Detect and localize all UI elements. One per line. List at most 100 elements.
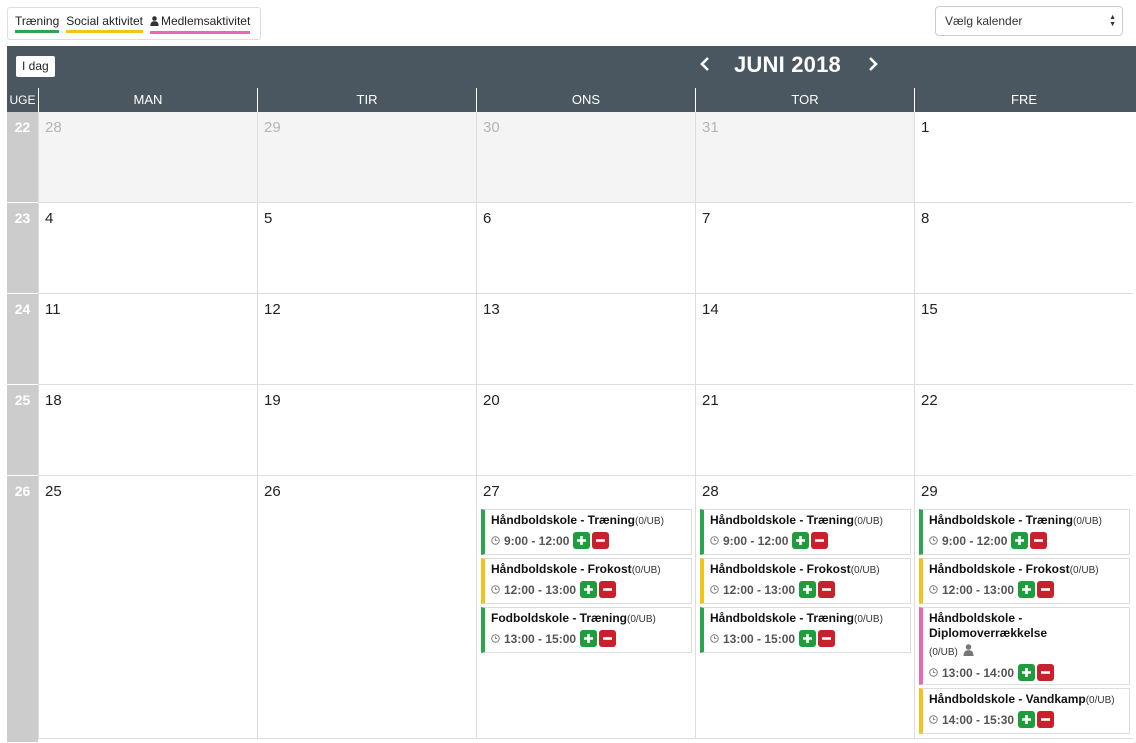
clock-icon — [710, 583, 719, 597]
day-number: 18 — [45, 392, 62, 409]
day-cell[interactable]: 30 — [476, 112, 695, 203]
legend-member-activity[interactable]: Medlemsaktivitet — [149, 14, 251, 34]
day-cell[interactable]: 4 — [38, 203, 257, 294]
event-time-row: 9:00 - 12:00 — [710, 532, 910, 549]
event-count: (0/UB) — [854, 614, 883, 625]
week-column-header: UGE — [9, 93, 36, 107]
day-cell[interactable]: 25 — [38, 476, 257, 739]
day-number: 5 — [264, 210, 273, 227]
event-card[interactable]: Håndboldskole - Vandkamp(0/UB) 14:00 - 1… — [919, 688, 1130, 734]
signoff-minus-button[interactable] — [599, 581, 617, 598]
signup-plus-button[interactable] — [1011, 532, 1029, 549]
signup-plus-button[interactable] — [1018, 664, 1036, 681]
event-time-row: 12:00 - 13:00 — [710, 581, 910, 598]
day-cell[interactable]: 22 — [914, 385, 1133, 476]
signoff-minus-button[interactable] — [818, 630, 836, 647]
day-cell[interactable]: 20 — [476, 385, 695, 476]
clock-icon — [710, 534, 719, 548]
event-card[interactable]: Håndboldskole - Frokost(0/UB) 12:00 - 13… — [481, 558, 692, 604]
event-card[interactable]: Håndboldskole - Frokost(0/UB) 12:00 - 13… — [700, 558, 911, 604]
signoff-minus-button[interactable] — [811, 532, 829, 549]
event-title-row: Håndboldskole - Vandkamp(0/UB) — [929, 692, 1129, 708]
day-cell[interactable]: 19 — [257, 385, 476, 476]
signup-plus-button[interactable] — [580, 630, 598, 647]
signup-plus-button[interactable] — [799, 581, 817, 598]
event-title: Håndboldskole - Frokost — [491, 562, 632, 576]
signoff-minus-button[interactable] — [1037, 664, 1055, 681]
signup-plus-button[interactable] — [580, 581, 598, 598]
month-grid: 22 23 24 25 26 28 29 30 31 1 4 5 6 7 8 1… — [7, 112, 1136, 743]
day-cell[interactable]: 15 — [914, 294, 1133, 385]
event-card[interactable]: Håndboldskole - Træning(0/UB) 9:00 - 12:… — [481, 509, 692, 555]
day-cell[interactable]: 1 — [914, 112, 1133, 203]
signoff-minus-button[interactable] — [1037, 711, 1055, 728]
day-number: 8 — [921, 210, 930, 227]
event-time: 12:00 - 13:00 — [723, 582, 796, 597]
day-number: 4 — [45, 210, 54, 227]
day-number: 15 — [921, 301, 938, 318]
event-card[interactable]: Håndboldskole - Træning(0/UB) 9:00 - 12:… — [919, 509, 1130, 555]
chevron-right-icon[interactable] — [867, 55, 879, 78]
signoff-minus-button[interactable] — [1037, 581, 1055, 598]
event-time: 12:00 - 13:00 — [942, 582, 1015, 597]
today-button[interactable]: I dag — [16, 56, 55, 77]
clock-icon — [929, 666, 938, 680]
day-cell[interactable]: 21 — [695, 385, 914, 476]
day-cell[interactable]: 18 — [38, 385, 257, 476]
event-title-row: Håndboldskole - Træning(0/UB) — [710, 513, 910, 529]
person-icon — [963, 643, 974, 661]
weekday-friday: FRE — [914, 88, 1133, 112]
day-number: 11 — [45, 301, 61, 318]
event-time: 9:00 - 12:00 — [723, 533, 789, 548]
event-title-row: Håndboldskole - Træning(0/UB) — [491, 513, 691, 529]
day-cell[interactable]: 26 — [257, 476, 476, 739]
event-card[interactable]: Håndboldskole - Træning(0/UB) 9:00 - 12:… — [700, 509, 911, 555]
calendar-select[interactable]: Vælg kalender ▲ ▼ — [935, 6, 1123, 36]
day-cell[interactable]: 27 Håndboldskole - Træning(0/UB) 9:00 - … — [476, 476, 695, 739]
event-title: Håndboldskole - Frokost — [710, 562, 851, 576]
event-count: (0/UB) — [850, 565, 880, 576]
clock-icon — [491, 583, 500, 597]
chevron-left-icon[interactable] — [699, 55, 711, 78]
event-title-row: Håndboldskole - Frokost(0/UB) — [491, 562, 691, 578]
day-cell[interactable]: 12 — [257, 294, 476, 385]
day-cell[interactable]: 31 — [695, 112, 914, 203]
day-cell[interactable]: 7 — [695, 203, 914, 294]
signup-plus-button[interactable] — [1018, 581, 1036, 598]
day-cell[interactable]: 29 Håndboldskole - Træning(0/UB) 9:00 - … — [914, 476, 1133, 739]
clock-icon — [491, 632, 500, 646]
event-time-row: 12:00 - 13:00 — [929, 581, 1129, 598]
signoff-minus-button[interactable] — [818, 581, 836, 598]
signoff-minus-button[interactable] — [599, 630, 617, 647]
day-cell[interactable]: 6 — [476, 203, 695, 294]
day-cell[interactable]: 28 — [38, 112, 257, 203]
event-card[interactable]: Fodboldskole - Træning(0/UB) 13:00 - 15:… — [481, 607, 692, 653]
weekday-monday: MAN — [38, 88, 257, 112]
day-cell[interactable]: 29 — [257, 112, 476, 203]
event-time-row: 13:00 - 15:00 — [491, 630, 691, 647]
legend-social-activity[interactable]: Social aktivitet — [66, 14, 143, 33]
day-cell[interactable]: 14 — [695, 294, 914, 385]
day-cell[interactable]: 28 Håndboldskole - Træning(0/UB) 9:00 - … — [695, 476, 914, 739]
event-time-row: 12:00 - 13:00 — [491, 581, 691, 598]
day-number: 28 — [45, 119, 62, 136]
day-cell[interactable]: 8 — [914, 203, 1133, 294]
signoff-minus-button[interactable] — [592, 532, 610, 549]
signup-plus-button[interactable] — [1018, 711, 1036, 728]
signoff-minus-button[interactable] — [1030, 532, 1048, 549]
event-card[interactable]: Håndboldskole - Træning(0/UB) 13:00 - 15… — [700, 607, 911, 653]
day-cell[interactable]: 13 — [476, 294, 695, 385]
clock-icon — [491, 534, 500, 548]
signup-plus-button[interactable] — [792, 532, 810, 549]
signup-plus-button[interactable] — [573, 532, 591, 549]
day-cell[interactable]: 11 — [38, 294, 257, 385]
weekday-tuesday: TIR — [257, 88, 476, 112]
day-cell[interactable]: 5 — [257, 203, 476, 294]
legend-training[interactable]: Træning — [15, 14, 60, 33]
signup-plus-button[interactable] — [799, 630, 817, 647]
event-card[interactable]: Håndboldskole - Diplomoverrækkelse (0/UB… — [919, 607, 1130, 685]
event-card[interactable]: Håndboldskole - Frokost(0/UB) 12:00 - 13… — [919, 558, 1130, 604]
day-number: 29 — [264, 119, 281, 136]
event-title-row: Håndboldskole - Frokost(0/UB) — [710, 562, 910, 578]
event-title: Håndboldskole - Træning — [710, 611, 855, 625]
